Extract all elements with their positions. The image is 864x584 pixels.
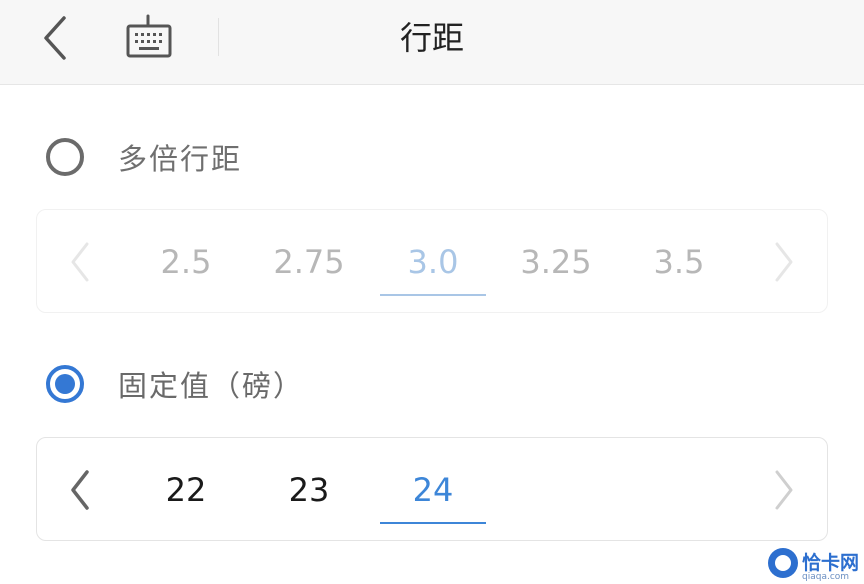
fixed-value-radio[interactable]	[46, 365, 84, 403]
spacing-value-item-selected[interactable]: 3.0	[380, 210, 486, 314]
watermark-subtext: qiaqa.com	[802, 572, 850, 582]
watermark-logo: 恰卡网 qiaqa.com	[764, 546, 864, 584]
multiple-next-button[interactable]	[763, 236, 803, 288]
multiple-prev-button[interactable]	[61, 236, 101, 288]
chevron-right-icon	[775, 470, 793, 510]
multiple-spacing-radio[interactable]	[46, 138, 84, 176]
spacing-value-item[interactable]: 3.5	[626, 210, 732, 314]
multiple-spacing-picker: 2.5 2.75 3.0 3.25 3.5	[36, 209, 828, 313]
page-title: 行距	[399, 19, 464, 57]
selection-underline	[380, 294, 486, 296]
chevron-left-icon	[71, 242, 89, 282]
spacing-value-item[interactable]: 2.75	[256, 210, 362, 314]
fixed-prev-button[interactable]	[61, 464, 101, 516]
watermark-icon	[768, 548, 798, 578]
fixed-value-item[interactable]: 23	[256, 438, 362, 542]
chevron-left-icon	[71, 470, 89, 510]
spacing-value-item[interactable]: 3.25	[503, 210, 609, 314]
fixed-value-item[interactable]: 22	[133, 438, 239, 542]
chevron-right-icon	[775, 242, 793, 282]
fixed-value-option[interactable]: 固定值（磅）	[46, 359, 304, 409]
fixed-value-picker: 22 23 24	[36, 437, 828, 541]
header-bar: 行距	[0, 0, 864, 85]
watermark-text: 恰卡网	[802, 552, 860, 574]
multiple-spacing-option[interactable]: 多倍行距	[46, 132, 242, 182]
selection-underline	[380, 522, 486, 524]
fixed-value-item-selected[interactable]: 24	[380, 438, 486, 542]
spacing-value-item[interactable]: 2.5	[133, 210, 239, 314]
fixed-value-label: 固定值（磅）	[118, 369, 305, 403]
fixed-next-button[interactable]	[763, 464, 803, 516]
multiple-spacing-label: 多倍行距	[118, 142, 243, 176]
